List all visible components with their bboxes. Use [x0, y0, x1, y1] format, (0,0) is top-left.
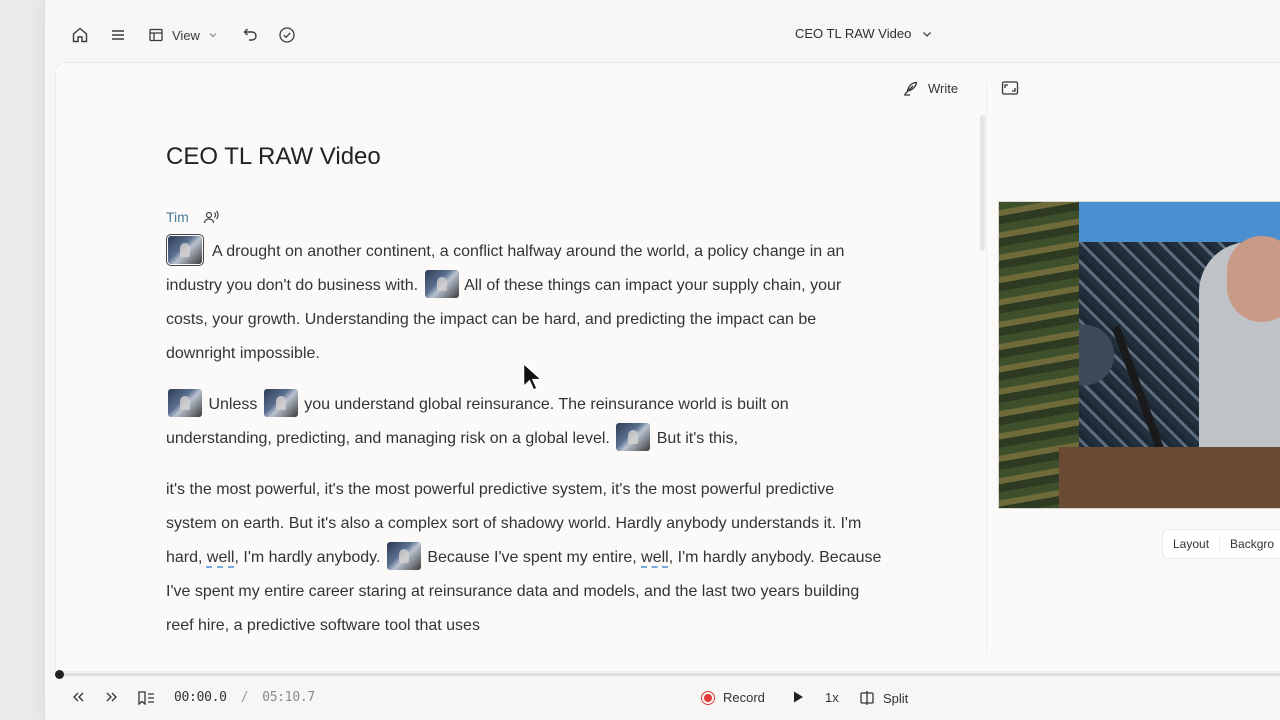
transcript-paragraph[interactable]: A drought on another continent, a confli…: [166, 234, 886, 371]
scrollbar-thumb[interactable]: [980, 115, 985, 251]
write-label: Write: [928, 80, 959, 96]
current-time: 00:00.0: [174, 690, 227, 705]
playback-speed-button[interactable]: 1x: [825, 690, 839, 705]
scene-thumbnail[interactable]: [166, 234, 204, 266]
document-title-dropdown[interactable]: CEO TL RAW Video: [795, 26, 933, 41]
transcript-text: ,: [668, 549, 674, 566]
chevron-down-icon: [209, 33, 217, 38]
video-frame-sky: [1059, 202, 1280, 242]
undo-icon[interactable]: [241, 24, 259, 46]
feather-pen-icon: [904, 81, 918, 96]
layout-button[interactable]: Layout: [1163, 537, 1219, 551]
scene-thumbnail[interactable]: [263, 389, 298, 417]
total-time: 05:10.7: [262, 690, 315, 705]
scene-thumbnail[interactable]: [386, 542, 421, 570]
speed-label: 1x: [825, 690, 839, 705]
transcript-text: But it's this,: [656, 430, 739, 447]
app-window: View CEO TL RAW Video Write CEO TL RAW V…: [44, 0, 1280, 720]
document-title-label: CEO TL RAW Video: [795, 26, 912, 41]
write-button[interactable]: Write: [902, 79, 958, 97]
transcript-text: Unless: [208, 396, 258, 413]
record-icon: [701, 690, 715, 705]
skip-back-icon[interactable]: [71, 690, 85, 704]
mouse-cursor-icon: [522, 361, 544, 397]
background-button[interactable]: Backgro: [1219, 537, 1280, 551]
page-title[interactable]: CEO TL RAW Video: [166, 143, 381, 171]
pane-divider: [986, 83, 987, 653]
editor-card: Write CEO TL RAW Video Tim A drought on …: [55, 62, 1280, 672]
skip-forward-icon[interactable]: [105, 690, 119, 704]
chevron-down-icon: [923, 31, 932, 37]
play-icon: [794, 691, 803, 703]
menu-icon[interactable]: [109, 24, 127, 46]
record-button[interactable]: Record: [701, 690, 765, 705]
home-icon[interactable]: [71, 24, 89, 46]
transcript-text: Because I've spent my entire,: [427, 549, 637, 566]
transcript-text: , I'm hardly anybody.: [234, 549, 381, 566]
view-menu-button[interactable]: View: [148, 24, 218, 46]
record-label: Record: [723, 690, 765, 705]
player-bar: 00:00.0 / 05:10.7 Record 1x Split: [45, 680, 1280, 720]
check-circle-icon[interactable]: [278, 24, 296, 46]
top-toolbar: View CEO TL RAW Video: [45, 0, 1280, 62]
preview-toolbar: Layout Backgro: [1162, 529, 1280, 559]
video-preview[interactable]: [998, 201, 1280, 509]
filler-word-highlight[interactable]: well: [207, 549, 235, 566]
playhead-handle[interactable]: [55, 670, 64, 679]
play-button[interactable]: [791, 690, 805, 704]
filler-word-highlight[interactable]: well: [641, 549, 669, 566]
speaker-row: Tim: [166, 209, 219, 225]
video-frame-head: [1227, 236, 1280, 322]
split-icon: [860, 691, 874, 705]
timeline-track[interactable]: [59, 673, 1280, 676]
chapters-icon[interactable]: [137, 690, 155, 706]
view-menu-label: View: [172, 27, 200, 43]
split-button[interactable]: Split: [859, 690, 908, 706]
scene-thumbnail[interactable]: [616, 423, 651, 451]
speaker-voice-icon[interactable]: [203, 209, 219, 225]
speaker-name[interactable]: Tim: [166, 209, 189, 225]
aspect-ratio-icon[interactable]: [1001, 80, 1019, 101]
layout-icon: [149, 28, 163, 42]
video-frame-table: [1059, 447, 1280, 508]
transcript-paragraph[interactable]: it's the most powerful, it's the most po…: [166, 473, 886, 643]
transcript-paragraph[interactable]: Unless you understand global reinsurance…: [166, 388, 886, 456]
time-separator: /: [240, 690, 249, 705]
split-label: Split: [883, 690, 909, 706]
scene-thumbnail[interactable]: [424, 270, 459, 298]
scene-thumbnail[interactable]: [168, 389, 202, 417]
time-display: 00:00.0 / 05:10.7: [174, 690, 315, 705]
